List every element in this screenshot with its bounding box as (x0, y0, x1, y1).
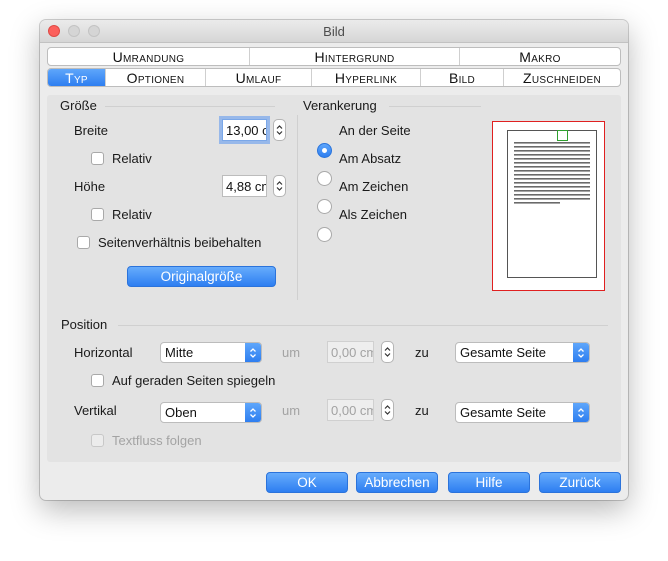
vertikal-select-value: Oben (165, 405, 197, 420)
vertikal-um-stepper[interactable] (381, 399, 394, 421)
radio-an-der-seite[interactable] (317, 143, 332, 158)
up-down-chevron-icon (573, 403, 589, 422)
hilfe-button[interactable]: Hilfe (448, 472, 530, 493)
up-down-chevron-icon (276, 125, 283, 135)
originalgroesse-button[interactable]: Originalgröße (127, 266, 276, 287)
horizontal-select-value: Mitte (165, 345, 194, 360)
relativ-hoehe-checkbox[interactable] (91, 208, 104, 221)
radio-als-zeichen-label: Als Zeichen (339, 207, 407, 222)
tab-hyperlink[interactable]: Hyperlink (312, 69, 421, 86)
hoehe-input[interactable]: 4,88 cm (222, 175, 267, 197)
vertikal-um-input[interactable]: 0,00 cm (327, 399, 374, 421)
radio-am-zeichen-label: Am Zeichen (339, 179, 409, 194)
up-down-chevron-icon (384, 347, 391, 357)
breite-label: Breite (74, 123, 108, 138)
window-title: Bild (323, 24, 345, 39)
title-bar: Bild (40, 20, 628, 43)
seitenverhaeltnis-checkbox[interactable] (77, 236, 90, 249)
vertikal-zu-select[interactable]: Gesamte Seite (455, 402, 590, 423)
ok-button[interactable]: OK (266, 472, 348, 493)
position-heading: Position (61, 317, 108, 332)
relativ-hoehe-label: Relativ (112, 207, 152, 222)
horizontal-label: Horizontal (74, 345, 133, 360)
page-preview (507, 130, 597, 278)
relativ-breite-checkbox[interactable] (91, 152, 104, 165)
breite-stepper[interactable] (273, 119, 286, 141)
horizontal-um-stepper[interactable] (381, 341, 394, 363)
tab-zuschneiden[interactable]: Zuschneiden (504, 69, 620, 86)
horizontal-select[interactable]: Mitte (160, 342, 262, 363)
verankerung-heading: Verankerung (303, 98, 377, 113)
radio-am-absatz-label: Am Absatz (339, 151, 402, 166)
up-down-chevron-icon (245, 403, 261, 422)
relativ-breite-label: Relativ (112, 151, 152, 166)
hoehe-stepper[interactable] (273, 175, 286, 197)
up-down-chevron-icon (573, 343, 589, 362)
radio-am-absatz[interactable] (317, 171, 332, 186)
horizontal-zu-select-value: Gesamte Seite (460, 345, 546, 360)
vertikal-zu-select-value: Gesamte Seite (460, 405, 546, 420)
position-separator (118, 325, 608, 326)
tab-umlauf[interactable]: Umlauf (206, 69, 312, 86)
horizontal-zu-label: zu (415, 345, 429, 360)
hoehe-label: Höhe (74, 179, 106, 194)
vertikal-zu-label: zu (415, 403, 429, 418)
anchor-marker (557, 130, 568, 141)
abbrechen-button[interactable]: Abbrechen (356, 472, 438, 493)
tab-row-2: Typ Optionen Umlauf Hyperlink Bild Zusch… (47, 68, 621, 87)
textfluss-label: Textfluss folgen (112, 433, 202, 448)
radio-an-der-seite-label: An der Seite (339, 123, 411, 138)
horizontal-um-label: um (282, 345, 301, 360)
tab-hintergrund[interactable]: Hintergrund (250, 48, 460, 65)
radio-am-zeichen[interactable] (317, 199, 332, 214)
up-down-chevron-icon (276, 181, 283, 191)
spiegeln-checkbox[interactable] (91, 374, 104, 387)
breite-input[interactable]: 13,00 cm (222, 119, 267, 141)
tab-optionen[interactable]: Optionen (106, 69, 206, 86)
textfluss-checkbox[interactable] (91, 434, 104, 447)
zurueck-button[interactable]: Zurück (539, 472, 621, 493)
vertical-divider (297, 115, 298, 300)
vertikal-um-label: um (282, 403, 301, 418)
radio-als-zeichen[interactable] (317, 227, 332, 242)
up-down-chevron-icon (384, 405, 391, 415)
vertikal-label: Vertikal (74, 403, 117, 418)
dialog-window: Bild Umrandung Hintergrund Makro Typ Opt… (40, 20, 628, 500)
anchor-preview (492, 121, 605, 291)
groesse-heading: Größe (60, 98, 97, 113)
tab-bild[interactable]: Bild (421, 69, 504, 86)
horizontal-um-input[interactable]: 0,00 cm (327, 341, 374, 363)
tab-umrandung[interactable]: Umrandung (48, 48, 250, 65)
tab-row-1: Umrandung Hintergrund Makro (47, 47, 621, 66)
text-lines-preview (514, 142, 590, 204)
groesse-separator (105, 106, 275, 107)
tab-makro[interactable]: Makro (460, 48, 620, 65)
seitenverhaeltnis-label: Seitenverhältnis beibehalten (98, 235, 262, 250)
vertikal-select[interactable]: Oben (160, 402, 262, 423)
spiegeln-label: Auf geraden Seiten spiegeln (112, 373, 276, 388)
up-down-chevron-icon (245, 343, 261, 362)
tab-typ[interactable]: Typ (48, 69, 106, 86)
verankerung-separator (389, 106, 481, 107)
horizontal-zu-select[interactable]: Gesamte Seite (455, 342, 590, 363)
